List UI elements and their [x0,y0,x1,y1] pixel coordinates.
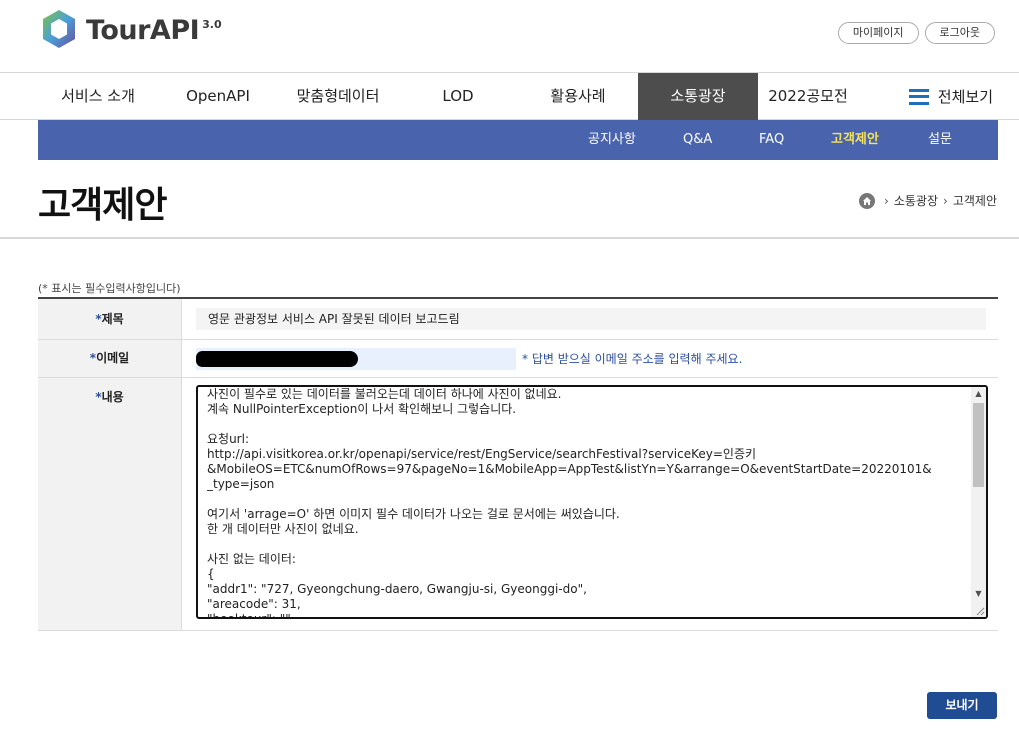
scroll-up-arrow-icon[interactable]: ▲ [971,387,986,401]
breadcrumb: › 소통광장 › 고객제안 [859,192,997,209]
required-fields-note: (* 표시는 필수입력사항입니다) [38,282,181,295]
logo-version: 3.0 [202,18,222,31]
site-header: TourAPI 3.0 마이페이지 로그아웃 [0,0,1019,72]
scroll-down-arrow-icon[interactable]: ▼ [971,587,986,601]
gnb-item-service-intro[interactable]: 서비스 소개 [38,73,158,120]
home-icon[interactable] [859,192,876,209]
subject-input[interactable]: 영문 관광정보 서비스 API 잘못된 데이터 보고드림 [196,308,986,330]
email-input[interactable] [196,348,516,370]
tourapi-logo[interactable]: TourAPI 3.0 [40,8,222,50]
subnav-item-faq[interactable]: FAQ [759,120,784,160]
sub-navigation: 공지사항 Q&A FAQ 고객제안 설문 [38,120,998,160]
subject-label: *제목 [38,299,182,339]
email-label: *이메일 [38,340,182,377]
form-row-content: *내용 사진이 필수로 있는 데이터를 불러오는데 데이터 하나에 사진이 없네… [38,378,998,631]
title-divider [0,237,1019,239]
subnav-item-notice[interactable]: 공지사항 [588,120,636,160]
redacted-email [196,351,358,367]
mypage-button[interactable]: 마이페이지 [837,22,919,44]
form-row-email: *이메일 * 답변 받으실 이메일 주소를 입력해 주세요. [38,340,998,378]
view-all-menu-button[interactable]: 전체보기 [908,73,993,120]
subnav-item-survey[interactable]: 설문 [928,120,952,160]
chevron-right-icon: › [943,193,948,208]
hamburger-icon [908,88,929,105]
view-all-label: 전체보기 [937,88,993,106]
form-row-subject: *제목 영문 관광정보 서비스 API 잘못된 데이터 보고드림 [38,299,998,340]
hexagon-logo-icon [43,10,75,48]
email-hint: * 답변 받으실 이메일 주소를 입력해 주세요. [522,352,743,366]
chevron-right-icon: › [884,193,889,208]
content-label: *내용 [38,378,182,630]
subnav-item-suggestion[interactable]: 고객제안 [831,120,879,160]
gnb-item-use-cases[interactable]: 활용사례 [518,73,638,120]
content-text: 사진이 필수로 있는 데이터를 불러오는데 데이터 하나에 사진이 없네요. 계… [207,387,932,619]
textarea-scrollbar[interactable]: ▲ ▼ [971,387,986,617]
logout-button[interactable]: 로그아웃 [924,22,995,44]
subnav-item-qna[interactable]: Q&A [683,120,712,160]
logo-text: TourAPI [86,15,200,46]
content-textarea[interactable]: 사진이 필수로 있는 데이터를 불러오는데 데이터 하나에 사진이 없네요. 계… [196,385,988,619]
gnb-item-community[interactable]: 소통광장 [638,73,758,120]
submit-button[interactable]: 보내기 [927,692,997,719]
main-navigation: 서비스 소개 OpenAPI 맞춤형데이터 LOD 활용사례 소통광장 2022… [0,72,1019,120]
gnb-item-custom-data[interactable]: 맞춤형데이터 [278,73,398,120]
page-title: 고객제안 [38,185,167,226]
gnb-item-openapi[interactable]: OpenAPI [158,73,278,120]
gnb-item-lod[interactable]: LOD [398,73,518,120]
resize-grip-icon[interactable] [975,606,985,616]
gnb-item-contest-2022[interactable]: 2022공모전 [758,73,858,120]
breadcrumb-item-current: 고객제안 [952,194,997,208]
scrollbar-thumb[interactable] [973,403,984,487]
breadcrumb-item-community[interactable]: 소통광장 [894,192,938,209]
